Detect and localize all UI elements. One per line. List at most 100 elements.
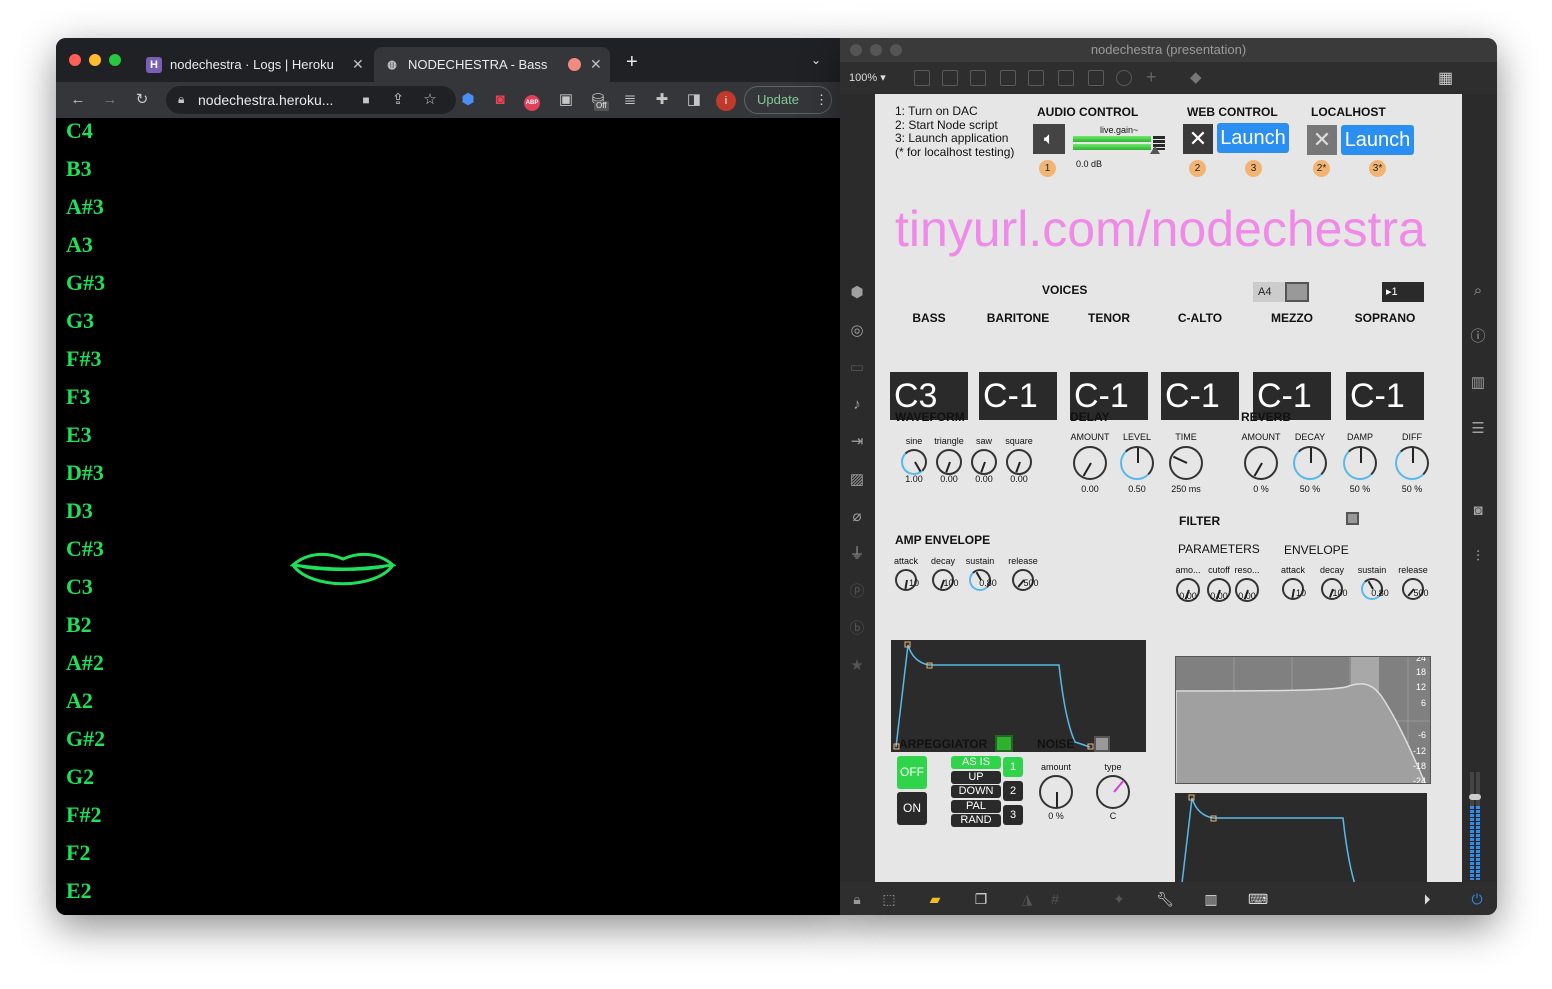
dial-knob[interactable] — [1343, 446, 1377, 480]
close-window-icon[interactable] — [69, 54, 81, 66]
dial-knob[interactable] — [936, 449, 962, 475]
arp-mode-up[interactable]: UP — [951, 770, 1001, 784]
voice-note-box[interactable]: C-1 — [979, 372, 1057, 420]
mute-icon[interactable]: ◮ — [1018, 890, 1036, 908]
arp-number[interactable]: 3 — [1003, 805, 1023, 825]
forward-icon[interactable]: → — [100, 90, 120, 110]
play-icon[interactable]: ⏵ — [1418, 890, 1436, 908]
new-tab-button[interactable]: + — [626, 51, 638, 74]
grid-view-icon[interactable]: ▦ — [1438, 68, 1453, 88]
note-label[interactable]: A#3 — [66, 194, 104, 220]
note-label[interactable]: E3 — [66, 422, 92, 448]
voice-note-box[interactable]: C-1 — [1346, 372, 1424, 420]
toolbar-number-icon[interactable] — [1058, 70, 1074, 86]
filter-enable-toggle[interactable] — [1346, 512, 1359, 525]
toolbar-toggle-icon[interactable] — [1028, 70, 1044, 86]
plug-icon[interactable]: ⏚ — [848, 545, 866, 563]
dac-toggle-button[interactable]: 🔈︎ — [1033, 124, 1065, 154]
lock-icon[interactable]: 🔒︎ — [848, 890, 866, 908]
list-icon[interactable]: ☰ — [1469, 420, 1487, 438]
note-label[interactable]: D3 — [66, 498, 93, 524]
arp-number[interactable]: 1 — [1003, 757, 1023, 777]
arp-off-button[interactable]: OFF — [897, 756, 927, 789]
arp-mode-pal[interactable]: PAL — [951, 799, 1001, 813]
camera-icon[interactable]: ■ — [356, 90, 376, 110]
toolbar-paint-icon[interactable]: ◆ — [1190, 68, 1202, 86]
voice-note-box[interactable]: C-1 — [1161, 372, 1239, 420]
target-icon[interactable]: ◎ — [848, 322, 866, 340]
note-label[interactable]: F#2 — [66, 802, 101, 828]
toolbar-comment-icon[interactable] — [970, 70, 986, 86]
extension-shield-icon[interactable]: ⬢ — [458, 90, 478, 110]
dial-knob[interactable] — [1293, 446, 1327, 480]
dial-knob[interactable] — [1169, 446, 1203, 480]
piano-icon[interactable]: ▥ — [1202, 890, 1220, 908]
gain-slider[interactable] — [1073, 136, 1165, 154]
note-label[interactable]: G#2 — [66, 726, 105, 752]
extension-off-icon[interactable]: ⛁ Off — [588, 90, 609, 111]
select-mode-icon[interactable]: ⬚ — [880, 890, 898, 908]
camera-icon[interactable]: ◙ — [1469, 502, 1487, 520]
close-tab-icon[interactable]: ✕ — [590, 47, 602, 82]
dial-knob[interactable] — [1073, 446, 1107, 480]
fix-icon[interactable]: ✦ — [1110, 890, 1128, 908]
note-label[interactable]: E2 — [66, 878, 92, 904]
book-icon[interactable]: ▥ — [1469, 374, 1487, 392]
toolbar-dial-icon[interactable] — [1116, 70, 1132, 86]
toolbar-object-icon[interactable] — [914, 70, 930, 86]
keyboard-icon[interactable]: ⌨ — [1248, 890, 1268, 908]
dial-knob[interactable] — [1244, 446, 1278, 480]
wrench-icon[interactable]: 🔧︎ — [1156, 890, 1174, 908]
stop-localhost-button[interactable]: ✕ — [1307, 125, 1337, 155]
info-icon[interactable]: ⓘ — [1469, 328, 1487, 346]
note-label[interactable]: G#3 — [66, 270, 105, 296]
b-circle-icon[interactable]: ⓑ — [848, 620, 866, 638]
paperclip-icon[interactable]: ⌀ — [848, 508, 866, 526]
noise-toggle[interactable] — [1094, 736, 1110, 752]
arp-number[interactable]: 2 — [1003, 781, 1023, 801]
window-stack-icon[interactable]: ❐ — [972, 890, 990, 908]
zoom-window-icon[interactable] — [890, 44, 902, 56]
dial-knob[interactable] — [1395, 446, 1429, 480]
profile-avatar[interactable]: i — [716, 90, 736, 111]
reader-icon[interactable]: ≣ — [620, 90, 640, 110]
p-circle-icon[interactable]: ⓟ — [848, 583, 866, 601]
toolbar-message-icon[interactable] — [942, 70, 958, 86]
side-panel-icon[interactable]: ◨ — [684, 90, 704, 110]
share-icon[interactable]: ⇪ — [388, 90, 408, 110]
minimize-window-icon[interactable] — [89, 54, 101, 66]
pocket-icon[interactable]: ◙ — [490, 90, 510, 110]
grid-icon[interactable]: # — [1046, 890, 1064, 908]
toolbar-add-icon[interactable]: + — [1146, 67, 1157, 88]
update-button[interactable]: Update ⋮ — [744, 86, 832, 114]
zoom-select[interactable]: 100% ▾ — [849, 71, 886, 84]
presentation-icon[interactable]: ▰ — [926, 890, 944, 908]
arp-on-button[interactable]: ON — [897, 792, 927, 825]
dial-knob[interactable] — [1096, 775, 1130, 809]
dial-knob[interactable] — [1039, 775, 1073, 809]
reload-icon[interactable]: ↻ — [132, 90, 152, 110]
film-icon[interactable]: ▭ — [848, 359, 866, 377]
tab-search-icon[interactable]: ⌄ — [811, 53, 821, 67]
note-label[interactable]: A#2 — [66, 650, 104, 676]
stop-node-button[interactable]: ✕ — [1183, 124, 1213, 154]
note-label[interactable]: F#3 — [66, 346, 101, 372]
ref-note-display[interactable]: A4 — [1253, 282, 1309, 302]
note-label[interactable]: B3 — [66, 156, 92, 182]
minimize-window-icon[interactable] — [870, 44, 882, 56]
launch-localhost-button[interactable]: Launch — [1341, 125, 1414, 155]
search-icon[interactable]: ⌕ — [1469, 282, 1487, 300]
music-note-icon[interactable]: ♪ — [848, 396, 866, 414]
launch-web-button[interactable]: Launch — [1217, 123, 1289, 153]
voice-count-number[interactable]: ▸1 — [1382, 282, 1424, 302]
close-tab-icon[interactable]: ✕ — [352, 47, 364, 82]
note-label[interactable]: C3 — [66, 574, 93, 600]
adblock-icon[interactable]: ABP — [522, 90, 542, 111]
zoom-window-icon[interactable] — [109, 54, 121, 66]
dial-knob[interactable] — [901, 449, 927, 475]
dial-knob[interactable] — [1120, 446, 1154, 480]
arp-mode-as-is[interactable]: AS IS — [951, 756, 1001, 769]
tab-heroku-logs[interactable]: H nodechestra · Logs | Heroku ✕ — [136, 47, 372, 82]
note-label[interactable]: D#3 — [66, 460, 104, 486]
image-icon[interactable]: ▨ — [848, 471, 866, 489]
